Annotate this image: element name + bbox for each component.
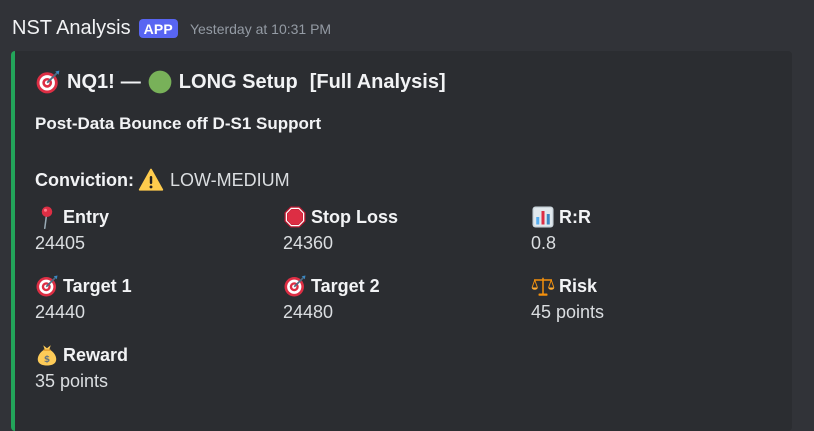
message-header: NST Analysis APP Yesterday at 10:31 PM <box>12 17 331 40</box>
bar-chart-icon <box>531 205 555 229</box>
field-value: 24405 <box>35 233 86 253</box>
title-dash: — <box>120 70 141 93</box>
field-name: Reward <box>63 344 129 365</box>
scales-icon <box>531 274 555 298</box>
conviction-label: Conviction: <box>35 169 134 190</box>
field-name: Target 2 <box>311 275 380 296</box>
field-value: 35 points <box>35 371 109 391</box>
app-badge: APP <box>138 19 178 38</box>
conviction-line: Conviction: LOW-MEDIUM <box>35 167 290 193</box>
title-symbol: NQ1! <box>67 70 115 93</box>
title-setup: LONG Setup <box>178 70 298 93</box>
money-bag-icon: $ <box>35 343 59 367</box>
field-name: Stop Loss <box>311 206 399 227</box>
field-risk: Risk 45 points <box>531 272 771 323</box>
stop-sign-icon <box>283 205 307 229</box>
target-icon <box>35 69 61 95</box>
warning-icon <box>138 167 164 193</box>
field-value: 24480 <box>283 302 334 322</box>
field-value: 45 points <box>531 302 605 322</box>
field-name: R:R <box>559 206 591 227</box>
pushpin-icon <box>35 205 59 229</box>
green-circle-icon <box>147 69 173 95</box>
author-name[interactable]: NST Analysis <box>12 17 131 40</box>
field-reward: $ Reward 35 points <box>35 341 275 392</box>
field-value: 24440 <box>35 302 86 322</box>
embed-title: NQ1! — LONG Setup [Full Analysis] <box>35 69 446 95</box>
message-timestamp[interactable]: Yesterday at 10:31 PM <box>190 21 331 37</box>
field-entry: Entry 24405 <box>35 203 275 254</box>
field-value: 24360 <box>283 233 334 253</box>
embed-card: NQ1! — LONG Setup [Full Analysis] Post-D… <box>11 51 792 431</box>
field-value: 0.8 <box>531 233 557 253</box>
field-name: Entry <box>63 206 110 227</box>
field-name: Target 1 <box>63 275 132 296</box>
svg-text:$: $ <box>44 355 50 365</box>
field-name: Risk <box>559 275 598 296</box>
embed-description: Post-Data Bounce off D-S1 Support <box>35 114 322 133</box>
title-suffix: [Full Analysis] <box>309 70 446 93</box>
field-rr: R:R 0.8 <box>531 203 771 254</box>
field-stop-loss: Stop Loss 24360 <box>283 203 523 254</box>
field-target-1: Target 1 24440 <box>35 272 275 323</box>
field-target-2: Target 2 24480 <box>283 272 523 323</box>
target-icon <box>35 274 59 298</box>
target-icon <box>283 274 307 298</box>
conviction-value: LOW-MEDIUM <box>170 169 290 190</box>
